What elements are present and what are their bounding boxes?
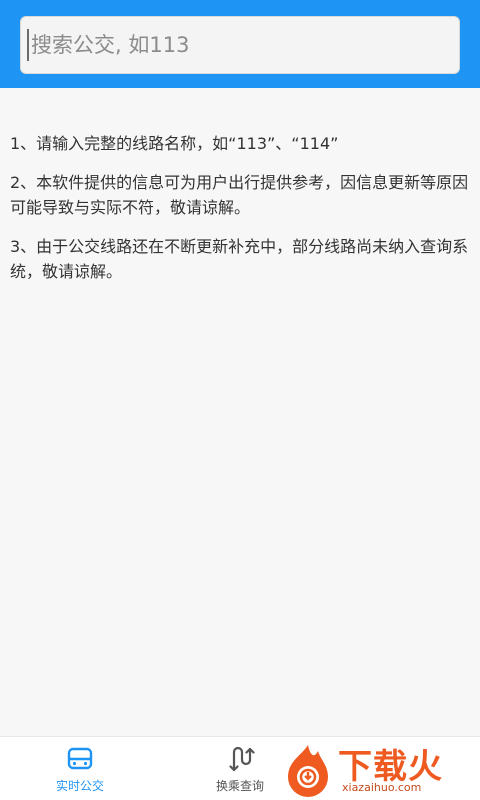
top-bar (0, 0, 480, 88)
bus-icon (67, 747, 93, 770)
tab-realtime-bus[interactable]: 实时公交 (0, 737, 160, 800)
flame-logo-icon (288, 745, 328, 797)
watermark-subtitle: xiazaihuo.com (342, 781, 422, 794)
tab-realtime-label: 实时公交 (55, 779, 104, 793)
watermark: 下载火 xiazaihuo.com (280, 739, 476, 799)
notice-area: 1、请输入完整的线路名称，如“113”、“114” 2、本软件提供的信息可为用户… (0, 88, 480, 736)
tab-transfer-label: 换乘查询 (215, 779, 264, 793)
notice-item-2: 2、本软件提供的信息可为用户出行提供参考，因信息更新等原因可能导致与实际不符，敬… (10, 173, 469, 217)
notice-item-1: 1、请输入完整的线路名称，如“113”、“114” (10, 134, 339, 153)
notice-item-3: 3、由于公交线路还在不断更新补充中，部分线路尚未纳入查询系统，敬请谅解。 (10, 237, 469, 281)
transfer-icon (229, 746, 255, 772)
search-input[interactable] (27, 29, 459, 61)
app-screen: 1、请输入完整的线路名称，如“113”、“114” 2、本软件提供的信息可为用户… (0, 0, 480, 800)
bottom-tab-bar: 实时公交 换乘查询 下载火 xiazaihuo.com (0, 736, 480, 800)
search-box[interactable] (20, 16, 460, 74)
